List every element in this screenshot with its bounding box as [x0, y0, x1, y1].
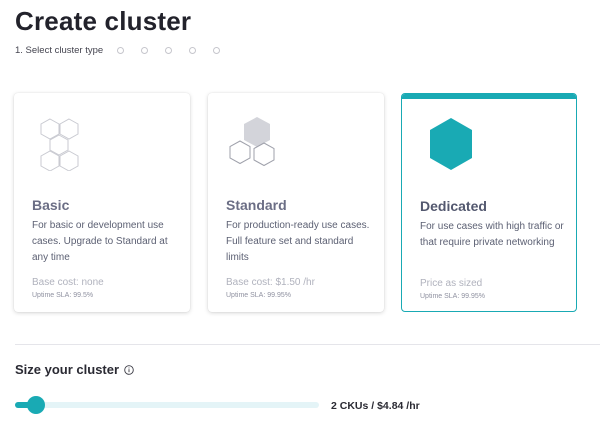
- step-dot-3[interactable]: [141, 46, 149, 54]
- solid-hexagon-icon: [430, 118, 472, 170]
- cluster-size-price-value: 2 CKUs / $4.84 /hr: [331, 400, 420, 412]
- cluster-type-card-basic[interactable]: Basic For basic or development use cases…: [14, 93, 190, 312]
- cku-size-slider[interactable]: [15, 396, 319, 414]
- section-divider: [15, 344, 600, 345]
- hexagon-filled-cluster-icon: [229, 117, 275, 167]
- card-base-cost: Base cost: $1.50 /hr: [226, 277, 315, 288]
- step-indicator: 1. Select cluster type: [15, 44, 237, 56]
- card-name: Standard: [226, 197, 287, 213]
- size-section-heading: Size your cluster: [15, 362, 134, 377]
- selected-indicator-bar: [402, 94, 576, 99]
- size-section-title: Size your cluster: [15, 362, 120, 377]
- step-dot-4[interactable]: [165, 46, 173, 54]
- card-description: For use cases with high traffic or that …: [420, 221, 564, 248]
- card-uptime-sla: Uptime SLA: 99.95%: [420, 293, 485, 300]
- cluster-type-card-standard[interactable]: Standard For production-ready use cases.…: [208, 93, 384, 312]
- slider-track[interactable]: [15, 402, 319, 408]
- step-dot-2[interactable]: [117, 46, 125, 54]
- card-name: Dedicated: [420, 198, 487, 214]
- card-uptime-sla: Uptime SLA: 99.95%: [226, 292, 291, 299]
- card-name: Basic: [32, 197, 70, 213]
- step-dot-6[interactable]: [213, 46, 221, 54]
- step-dot-5[interactable]: [189, 46, 197, 54]
- hexagon-outline-cluster-icon: [40, 118, 79, 171]
- current-step-label: 1. Select cluster type: [15, 44, 104, 56]
- page-title: Create cluster: [15, 6, 192, 36]
- slider-handle[interactable]: [27, 396, 45, 414]
- card-description: For production-ready use cases. Full fea…: [226, 220, 370, 263]
- card-description: For basic or development use cases. Upgr…: [32, 220, 168, 263]
- card-base-cost: Price as sized: [420, 278, 483, 289]
- info-icon[interactable]: [124, 364, 134, 375]
- card-uptime-sla: Uptime SLA: 99.5%: [32, 292, 94, 299]
- card-base-cost: Base cost: none: [32, 277, 104, 288]
- cluster-type-card-dedicated[interactable]: Dedicated For use cases with high traffi…: [401, 93, 577, 312]
